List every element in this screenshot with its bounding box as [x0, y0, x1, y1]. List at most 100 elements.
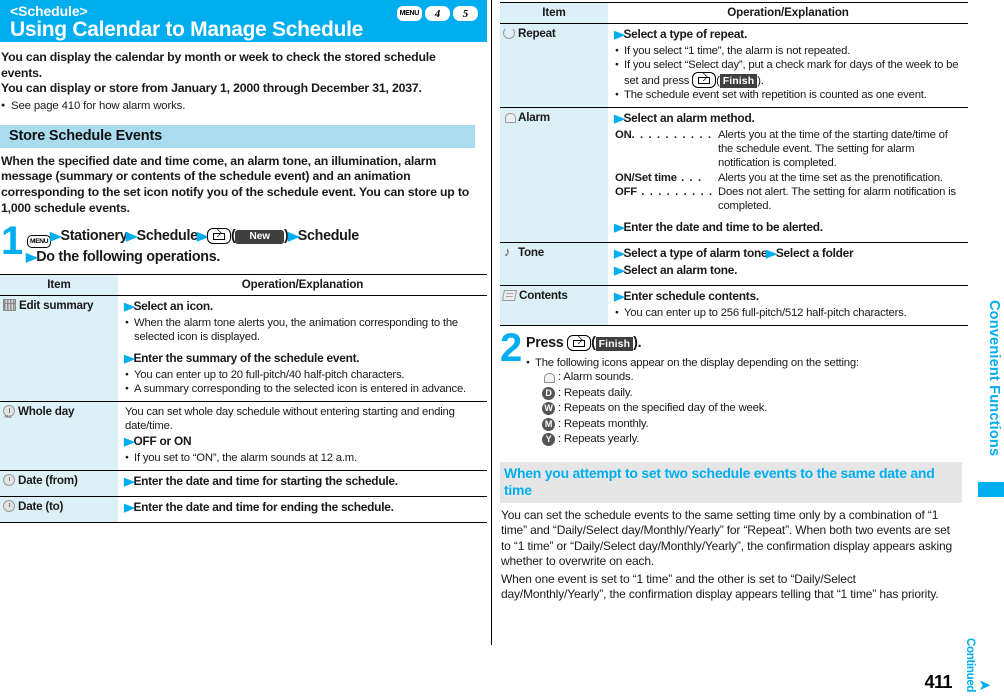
op-head: ▶Select an alarm tone.	[614, 263, 962, 279]
right-spec-table: Item Operation/Explanation Repeat ▶Selec…	[500, 2, 968, 327]
item-label: Repeat	[518, 27, 556, 40]
item-label: Date (from)	[18, 473, 78, 487]
key-sequence: MENU 4 5	[396, 6, 478, 21]
side-tab-label: Convenient Functions	[986, 300, 1002, 457]
row-item-contents: Contents	[500, 285, 608, 327]
op-note-tail: ).	[757, 75, 764, 87]
op-head-text: Enter the date and time to be alerted.	[623, 220, 823, 235]
step-2-number: 2	[500, 326, 522, 371]
step-2-line: Press (Finish).	[526, 335, 642, 352]
arrow-icon: ▶	[766, 248, 777, 261]
step-1-nav-2: Schedule	[136, 228, 198, 245]
op-head-text: Select a type of repeat.	[623, 27, 747, 41]
row-ops-whole-day: You can set whole day schedule without e…	[118, 401, 487, 471]
legend-label: : Repeats yearly.	[558, 433, 640, 446]
table-row: Date (from) ▶Enter the date and time for…	[0, 470, 487, 497]
op-note: A summary corresponding to the selected …	[125, 382, 481, 397]
row-ops-repeat: ▶Select a type of repeat. If you select …	[608, 23, 968, 108]
term-label: ON	[615, 129, 632, 141]
item-label: Whole day	[18, 405, 75, 419]
intro-block: You can display the calendar by month or…	[0, 42, 487, 113]
page-number: 411	[924, 672, 952, 692]
op-head: ▶Select a type of alarm tone▶Select a fo…	[614, 246, 962, 262]
arrow-icon: ▶	[614, 265, 625, 278]
op-head-text-b: Select a folder	[775, 246, 854, 261]
step-1-nav-3: Schedule	[297, 228, 359, 245]
arrow-icon: ▶	[614, 222, 625, 235]
step-1-nav-1: Stationery	[60, 228, 128, 245]
monthly-icon: M	[542, 417, 555, 431]
arrow-icon: ▶	[124, 501, 135, 514]
subsection-para-2: When one event is set to “1 time” and th…	[501, 571, 939, 602]
arrow-icon: ▶	[124, 475, 135, 488]
definition-term: ON/Set time . . .	[615, 171, 718, 185]
op-note: If you select “1 time”, the alarm is not…	[615, 44, 962, 59]
intro-line-1: You can display the calendar by month or…	[1, 50, 436, 80]
row-item-tone: Tone	[500, 242, 608, 287]
bell-icon	[542, 371, 555, 384]
col-header-operation: Operation/Explanation	[118, 274, 487, 297]
op-head: ▶Enter the date and time to be alerted.	[614, 220, 962, 236]
arrow-icon: ▶	[614, 29, 625, 41]
subsection-para-1: You can set the schedule events to the s…	[501, 507, 953, 569]
clock-icon	[3, 499, 15, 512]
mail-key-icon	[692, 72, 717, 88]
arrow-icon: ▶	[25, 250, 38, 265]
step-2-trailing: ).	[633, 335, 642, 352]
item-label: Tone	[518, 246, 545, 260]
right-column: Item Operation/Explanation Repeat ▶Selec…	[500, 0, 968, 603]
row-ops-alarm: ▶Select an alarm method. ON. . . . . . .…	[608, 107, 968, 244]
legend-label: : Repeats monthly.	[558, 417, 649, 430]
op-head-text: Enter the summary of the schedule event.	[133, 351, 360, 366]
legend-item: M: Repeats monthly.	[542, 417, 968, 433]
definition-term: OFF . . . . . . . . .	[615, 185, 718, 213]
new-badge: New	[235, 230, 285, 245]
menu-key-icon: MENU	[27, 235, 52, 249]
arrow-icon: ▶	[614, 291, 625, 304]
definition-term: ON. . . . . . . . . .	[615, 128, 718, 171]
music-note-icon	[503, 244, 515, 259]
op-head-text: OFF or ON	[133, 433, 192, 448]
op-head: ▶Select an alarm method.	[614, 111, 962, 127]
intro-line-2: You can display or store from January 1,…	[1, 81, 422, 96]
finish-badge: Finish	[719, 74, 758, 88]
clock-all-icon: ALL	[3, 405, 15, 419]
legend-label: : Repeats daily.	[558, 386, 633, 399]
side-tab-marker	[978, 482, 1004, 497]
key-4-icon: 4	[425, 6, 450, 21]
item-label: Edit summary	[19, 299, 94, 313]
definition-desc: Does not alert. The setting for alarm no…	[718, 185, 956, 213]
definition-row: OFF . . . . . . . . . Does not alert. Th…	[615, 185, 962, 213]
term-label: OFF	[615, 185, 637, 198]
row-item-edit-summary: Edit summary	[0, 295, 118, 403]
memo-icon	[502, 290, 517, 302]
arrow-icon: ▶	[50, 229, 62, 244]
step-2-note: The following icons appear on the displa…	[526, 356, 968, 371]
press-label: Press	[526, 335, 564, 352]
step-1-number: 1	[1, 219, 23, 264]
op-note: You can enter up to 256 full-pitch/512 h…	[615, 306, 962, 321]
table-row: Date (to) ▶Enter the date and time for e…	[0, 496, 487, 523]
table-row: Tone ▶Select a type of alarm tone▶Select…	[500, 242, 968, 287]
bell-icon	[503, 111, 516, 123]
section-heading: Store Schedule Events	[0, 124, 475, 148]
op-head: ▶Enter the date and time for ending the …	[124, 500, 481, 516]
section-paragraph: When the specified date and time come, a…	[1, 153, 470, 215]
arrow-icon: ▶	[124, 435, 135, 448]
repeat-icon-legend: : Alarm sounds. D: Repeats daily. W: Rep…	[542, 370, 968, 448]
op-head-text-a: Select a type of alarm tone	[623, 246, 768, 261]
page-footer: 411 Continued ➤	[796, 624, 996, 694]
col-header-operation: Operation/Explanation	[608, 2, 968, 24]
col-header-item: Item	[0, 274, 118, 297]
row-ops-date-from: ▶Enter the date and time for starting th…	[118, 470, 487, 497]
term-label: ON/Set time	[615, 171, 677, 184]
arrow-icon: ▶	[196, 229, 209, 244]
repeat-icon	[503, 27, 515, 39]
table-row: Alarm ▶Select an alarm method. ON. . . .…	[500, 107, 968, 244]
item-label: Contents	[519, 289, 568, 303]
op-head-text: Select an alarm tone.	[623, 263, 738, 278]
definition-row: ON/Set time . . . Alerts you at the time…	[615, 171, 962, 185]
row-ops-date-to: ▶Enter the date and time for ending the …	[118, 496, 487, 523]
